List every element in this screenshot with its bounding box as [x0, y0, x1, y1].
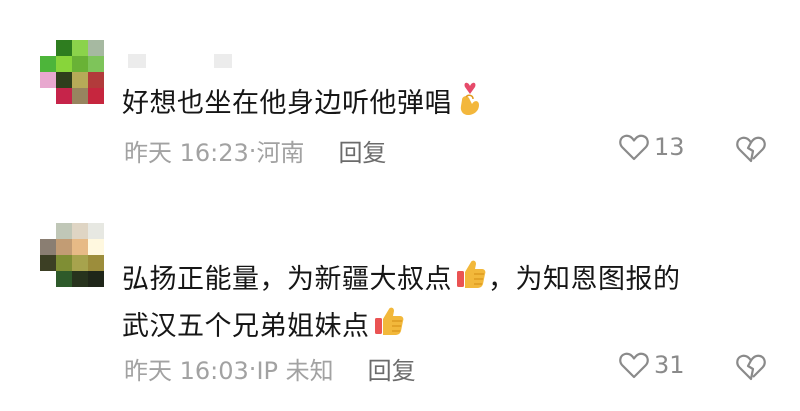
avatar-pixel [40, 239, 56, 255]
like-count: 31 [654, 351, 685, 379]
username-redacted[interactable] [128, 54, 232, 68]
heart-outline-icon [619, 134, 649, 161]
timestamp: 昨天 16:23 [124, 139, 249, 167]
avatar-pixel [88, 287, 104, 303]
avatar-pixel [88, 56, 104, 72]
meta-separator: · [248, 136, 257, 165]
avatar-pixel [104, 56, 120, 72]
like-button[interactable]: 31 [618, 351, 685, 379]
avatar-pixel [72, 223, 88, 239]
avatar[interactable] [40, 223, 120, 303]
comment-body-part: 武汉五个兄弟姐妹点 [122, 311, 370, 342]
avatar-pixel [72, 239, 88, 255]
avatar-pixel [56, 255, 72, 271]
avatar-pixel [104, 239, 120, 255]
avatar[interactable] [40, 40, 120, 120]
avatar-pixel [56, 287, 72, 303]
comment-item: 好想也坐在他身边听他弹唱 昨天 16:23 · 河南 回复 13 [0, 0, 800, 190]
avatar-pixel [40, 223, 56, 239]
reply-button[interactable]: 回复 [338, 133, 386, 168]
location: 河南 [256, 139, 305, 167]
avatar-pixel [72, 287, 88, 303]
avatar-pixel [104, 287, 120, 303]
avatar-pixel [56, 223, 72, 239]
avatar-pixel [72, 72, 88, 88]
avatar-pixel [40, 40, 56, 56]
avatar-pixel [88, 40, 104, 56]
avatar-pixel [88, 223, 104, 239]
avatar-pixel [104, 40, 120, 56]
avatar-pixel [40, 56, 56, 72]
comment-line-1: 弘扬正能量，为新疆大叔点 ，为知恩图报的 [122, 257, 681, 304]
dislike-button[interactable] [735, 135, 767, 167]
avatar-pixel [56, 40, 72, 56]
avatar-pixel [40, 255, 56, 271]
broken-heart-icon [736, 354, 766, 381]
thumbs-up-icon [372, 304, 406, 351]
avatar-pixel [72, 271, 88, 287]
comments-list: 好想也坐在他身边听他弹唱 昨天 16:23 · 河南 回复 13 弘扬正能量，为… [0, 0, 800, 411]
like-button[interactable]: 13 [618, 133, 685, 161]
comment-body-part: 弘扬正能量，为新疆大叔点 [122, 264, 452, 295]
avatar-pixel [88, 104, 104, 120]
heart-outline-icon [619, 352, 649, 379]
avatar-pixel [40, 88, 56, 104]
avatar-pixel [72, 104, 88, 120]
avatar-pixel [104, 104, 120, 120]
avatar-pixel [88, 271, 104, 287]
avatar-pixel [88, 72, 104, 88]
avatar-pixel [56, 239, 72, 255]
comment-item: 弘扬正能量，为新疆大叔点 ，为知恩图报的 武汉五个兄弟姐妹点 昨天 16:03 … [0, 205, 800, 411]
avatar-pixel [40, 104, 56, 120]
comment-body: 好想也坐在他身边听他弹唱 [122, 88, 452, 119]
avatar-pixel [72, 40, 88, 56]
avatar-pixel [104, 255, 120, 271]
avatar-pixel [104, 223, 120, 239]
redaction-block [214, 54, 232, 68]
avatar-pixel [104, 88, 120, 104]
comment-text: 弘扬正能量，为新疆大叔点 ，为知恩图报的 武汉五个兄弟姐妹点 [122, 257, 681, 351]
avatar-pixel [72, 255, 88, 271]
avatar-pixel [40, 72, 56, 88]
avatar-pixel [72, 88, 88, 104]
avatar-pixel [104, 72, 120, 88]
finger-heart-icon [454, 78, 484, 131]
location: IP 未知 [256, 357, 334, 385]
dislike-button[interactable] [735, 353, 767, 385]
avatar-pixel [88, 255, 104, 271]
comment-meta: 昨天 16:23 · 河南 回复 [124, 133, 386, 168]
comment-body-part: ，为知恩图报的 [488, 264, 681, 295]
comment-text: 好想也坐在他身边听他弹唱 [122, 78, 484, 131]
timestamp: 昨天 16:03 [124, 357, 249, 385]
avatar-pixel [56, 104, 72, 120]
reply-button[interactable]: 回复 [368, 351, 416, 386]
avatar-pixel [88, 88, 104, 104]
redaction-block [128, 54, 146, 68]
thumbs-up-icon [454, 257, 488, 304]
avatar-pixel [56, 88, 72, 104]
avatar-pixel [40, 271, 56, 287]
avatar-pixel [104, 271, 120, 287]
comment-meta: 昨天 16:03 · IP 未知 回复 [124, 351, 416, 386]
meta-separator: · [248, 354, 257, 383]
comment-line-2: 武汉五个兄弟姐妹点 [122, 304, 681, 351]
avatar-pixel [56, 56, 72, 72]
avatar-pixel [40, 287, 56, 303]
avatar-pixel [56, 271, 72, 287]
avatar-pixel [88, 239, 104, 255]
avatar-pixel [72, 56, 88, 72]
broken-heart-icon [736, 136, 766, 163]
like-count: 13 [654, 133, 685, 161]
avatar-pixel [56, 72, 72, 88]
